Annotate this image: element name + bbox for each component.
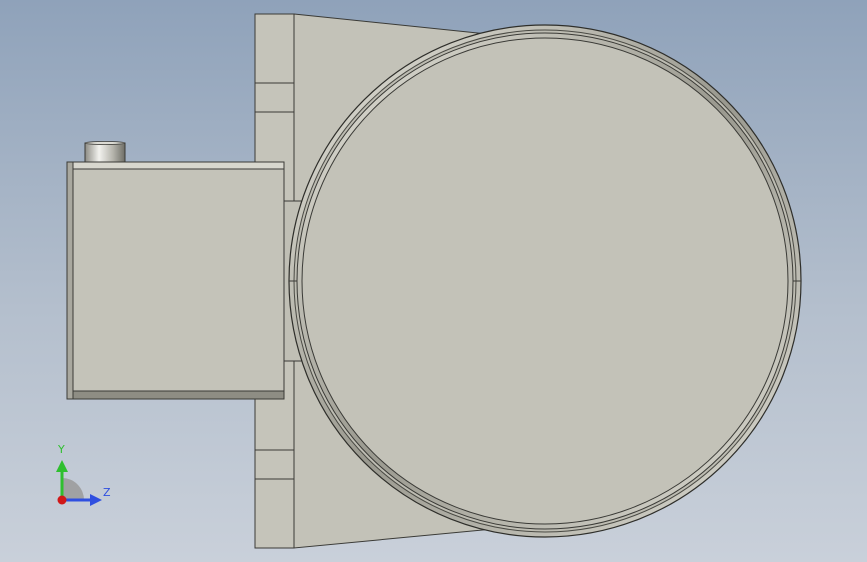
knob-top <box>84 141 126 145</box>
y-axis-arrow-icon <box>56 460 68 472</box>
housing-top-chamfer <box>66 161 285 170</box>
rotary-table <box>288 24 802 538</box>
table-face <box>301 37 789 525</box>
housing-body <box>66 161 285 400</box>
x-axis-dot-icon <box>57 495 67 505</box>
triad-z-label: Z <box>103 486 111 499</box>
orientation-triad[interactable] <box>56 460 102 506</box>
housing-bottom-chamfer <box>66 390 285 400</box>
triad-y-label: Y <box>58 443 65 456</box>
housing-side-chamfer <box>66 161 74 400</box>
triad-plane-arc <box>62 478 84 500</box>
connector-knob <box>84 141 126 163</box>
knob-cylinder <box>84 142 126 163</box>
motor-housing <box>66 161 285 400</box>
cad-model-view[interactable] <box>0 0 867 562</box>
graphics-viewport[interactable]: Y Z <box>0 0 867 562</box>
z-axis-arrow-icon <box>90 494 102 506</box>
